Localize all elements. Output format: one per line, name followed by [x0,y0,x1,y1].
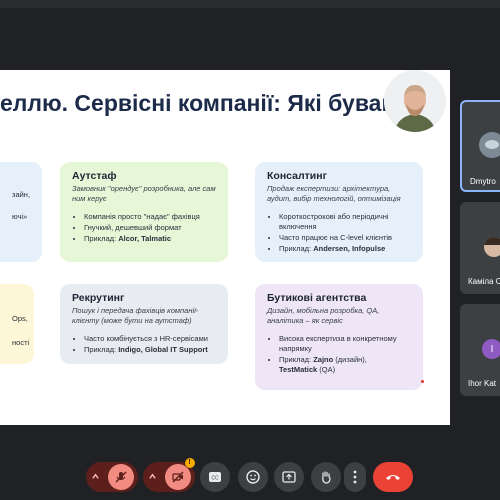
card-left-top: зайн, ючі» [0,162,42,262]
hand-icon [322,471,331,484]
more-options-button[interactable] [344,462,366,492]
captions-button[interactable]: CC [200,462,230,492]
card-boutique-subtitle: Дизайн, мобільна розробка, QA, аналітика… [267,306,380,325]
card-left-bottom: Ops, ності [0,284,34,364]
card-consulting-example-label: Приклад: [279,243,314,253]
card-left-top-line: зайн, [12,190,31,199]
avatar: I [482,339,500,359]
presenter-webcam [384,70,446,132]
card-consulting-example-companies: Andersen, Infopulse [313,243,386,253]
avatar-initial: I [490,343,494,355]
mic-options-chevron-icon[interactable] [91,472,100,483]
card-consulting-title: Консалтинг [267,170,327,182]
card-boutique-item: Приклад: Zajno (дизайн), TestMatick (QA) [279,355,411,375]
card-recruiting-title: Рекрутинг [72,292,125,304]
svg-text:CC: CC [211,476,219,482]
card-consulting: Консалтинг Продаж експертизи: архітектур… [255,162,423,262]
card-boutique-item: Висока експертиза в конкретному напрямку [279,334,411,354]
participant-name: Ihor Kat [468,379,497,388]
avatar-photo-fill [485,140,499,149]
shared-screen-slide: еллю. Сервісні компанії: Які бувають зай… [0,70,450,425]
card-left-bottom-line: Ops, [12,314,28,323]
closed-captions-icon: CC [209,472,221,482]
card-recruiting: Рекрутинг Пошук і передача фахівців комп… [60,284,228,364]
window-top-bar [0,0,500,8]
card-left-top-line: ючі» [12,212,28,222]
card-consulting-item: Приклад: Andersen, Infopulse [279,244,411,254]
slide-title: еллю. Сервісні компанії: Які бувають [0,90,426,116]
mic-control-group [86,462,138,492]
card-outstaff-subtitle: Замовник "орендує" розробника, але сам н… [72,184,216,203]
participant-name: Dmytro [470,177,496,186]
camera-off-icon[interactable]: ! [164,458,195,490]
card-outstaff-item: Приклад: Alcor, Talmatic [84,234,216,244]
card-consulting-subtitle: Продаж експертизи: архітектура, аудит, в… [267,184,401,203]
card-boutique-title: Бутикові агентства [267,292,367,304]
card-boutique: Бутикові агентства Дизайн, мобільна розр… [255,284,423,390]
emoji-icon [246,470,260,484]
participant-tile-kamila[interactable]: Каміла С [460,202,500,294]
card-consulting-item: Часто працює на C-level клієнтів [279,233,411,243]
card-boutique-example-company: TestMatick [279,364,318,374]
card-outstaff-example-label: Приклад: [84,233,119,243]
avatar [484,237,500,257]
card-recruiting-example-companies: Indigo, Global IT Support [118,344,208,354]
avatar [479,132,500,158]
raise-hand-button[interactable] [311,462,341,492]
card-boutique-example-note: (дизайн), [333,354,367,364]
camera-control-group: ! [143,458,195,492]
hang-up-icon [386,475,400,480]
present-icon [282,471,296,483]
participant-tile-dmytro[interactable]: Dmytro [460,100,500,192]
laser-pointer-dot [421,380,424,383]
participant-tile-ihor[interactable]: I Ihor Kat [460,304,500,396]
card-boutique-example-label: Приклад: [279,354,314,364]
camera-options-chevron-icon[interactable] [148,468,157,486]
emoji-button[interactable] [238,462,268,492]
warning-badge-icon: ! [184,458,195,468]
card-consulting-item: Короткострокові або періодичні включення [279,212,411,232]
card-recruiting-example-label: Приклад: [84,344,119,354]
card-boutique-example-note: (QA) [317,364,336,374]
more-vert-icon [353,470,357,484]
card-recruiting-subtitle: Пошук і передача фахівців компанії-клієн… [72,306,199,325]
participant-name: Каміла С [468,277,500,286]
leave-call-button[interactable] [373,462,413,492]
card-left-bottom-line: ності [12,338,30,348]
card-outstaff-title: Аутстаф [72,170,117,182]
card-boutique-example-company: Zajno [313,354,334,364]
card-recruiting-item: Приклад: Indigo, Global IT Support [84,345,216,355]
card-recruiting-item: Часто комбінується з HR-сервісами [84,334,216,344]
present-screen-button[interactable] [274,462,304,492]
presenter-portrait-icon [384,70,446,132]
mic-off-icon[interactable] [107,464,134,490]
card-outstaff-example-companies: Alcor, Talmatic [118,233,172,243]
card-left-top-line [12,201,30,211]
card-outstaff: Аутстаф Замовник "орендує" розробника, а… [60,162,228,262]
card-outstaff-item: Гнучкий, дешевший формат [84,223,216,233]
avatar-hair [484,237,500,245]
card-outstaff-item: Компанія просто "надає" фахівця [84,212,216,222]
